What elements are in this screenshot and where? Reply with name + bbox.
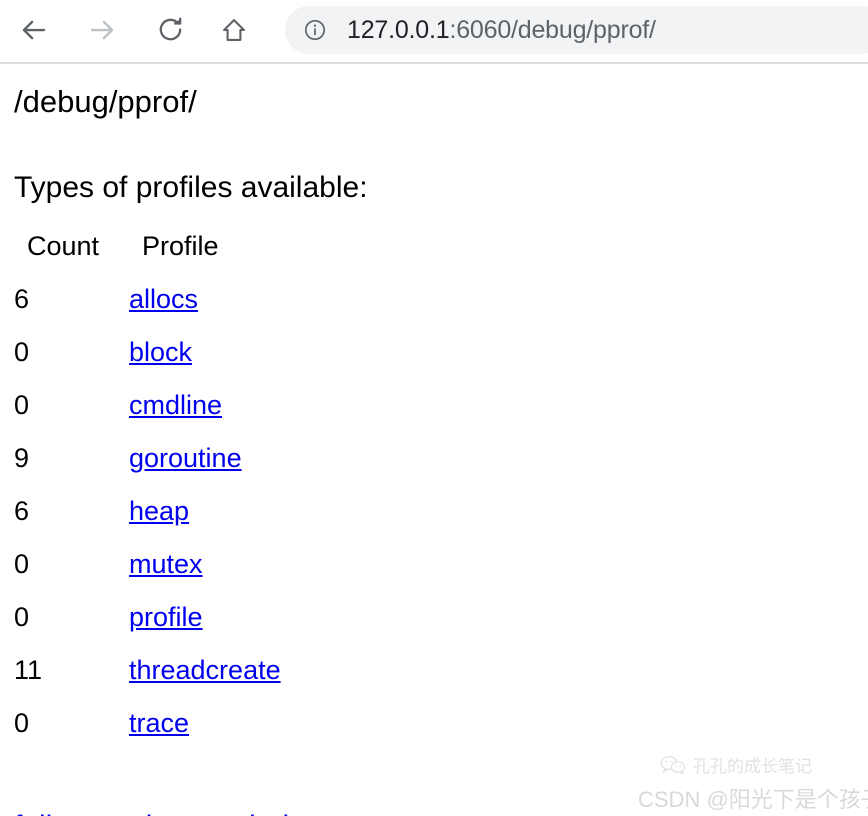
table-row: 0 mutex xyxy=(14,538,281,591)
table-row: 6 heap xyxy=(14,485,281,538)
profile-name-cell: goroutine xyxy=(129,432,281,485)
profile-name-cell: heap xyxy=(129,485,281,538)
profile-name-cell: allocs xyxy=(129,273,281,326)
table-row: 0 trace xyxy=(14,697,281,750)
reload-icon xyxy=(156,15,185,49)
profile-name-cell: profile xyxy=(129,591,281,644)
profile-count: 0 xyxy=(14,602,30,632)
table-row: 0 block xyxy=(14,326,281,379)
profile-link-allocs[interactable]: allocs xyxy=(129,284,198,314)
profile-count: 0 xyxy=(14,390,30,420)
profile-name-cell: mutex xyxy=(129,538,281,591)
profile-link-mutex[interactable]: mutex xyxy=(129,549,203,579)
home-button[interactable] xyxy=(210,8,258,56)
table-row: 11 threadcreate xyxy=(14,644,281,697)
profile-count: 0 xyxy=(14,549,30,579)
browser-toolbar: 127.0.0.1:6060/debug/pprof/ xyxy=(0,0,868,64)
full-goroutine-stack-dump-link[interactable]: full goroutine stack dump xyxy=(14,810,348,816)
address-bar[interactable]: 127.0.0.1:6060/debug/pprof/ xyxy=(285,6,868,54)
back-button[interactable] xyxy=(10,8,58,56)
profile-count: 6 xyxy=(14,284,30,314)
profile-name-cell: block xyxy=(129,326,281,379)
profile-name-cell: threadcreate xyxy=(129,644,281,697)
profile-count: 6 xyxy=(14,496,30,526)
profile-count: 9 xyxy=(14,443,30,473)
table-row: 0 cmdline xyxy=(14,379,281,432)
profile-link-heap[interactable]: heap xyxy=(129,496,189,526)
full-goroutine-stack-dump-row: full goroutine stack dump xyxy=(14,809,348,816)
arrow-right-icon xyxy=(87,15,117,50)
table-row: 0 profile xyxy=(14,591,281,644)
profiles-intro-text: Types of profiles available: xyxy=(14,171,368,204)
profile-link-profile[interactable]: profile xyxy=(129,602,203,632)
column-header-count: Count xyxy=(27,231,100,261)
reload-button[interactable] xyxy=(146,8,194,56)
page-title: /debug/pprof/ xyxy=(14,84,197,119)
table-row: 6 allocs xyxy=(14,273,281,326)
column-header-profile: Profile xyxy=(142,231,219,261)
profile-link-block[interactable]: block xyxy=(129,337,192,367)
table-row: 9 goroutine xyxy=(14,432,281,485)
profile-link-threadcreate[interactable]: threadcreate xyxy=(129,655,281,685)
arrow-left-icon xyxy=(19,15,49,50)
profile-count: 0 xyxy=(14,337,30,367)
profile-link-goroutine[interactable]: goroutine xyxy=(129,443,242,473)
address-bar-url[interactable]: 127.0.0.1:6060/debug/pprof/ xyxy=(347,16,656,45)
profile-name-cell: trace xyxy=(129,697,281,750)
forward-button[interactable] xyxy=(78,8,126,56)
url-path: :6060/debug/pprof/ xyxy=(449,15,656,44)
table-header-row: Count Profile xyxy=(14,220,281,273)
profile-name-cell: cmdline xyxy=(129,379,281,432)
page-content: /debug/pprof/ Types of profiles availabl… xyxy=(0,64,868,816)
profile-count: 0 xyxy=(14,708,30,738)
profiles-table: Count Profile 6 allocs 0 block 0 cmdline 9 goro… xyxy=(14,220,281,750)
profile-link-trace[interactable]: trace xyxy=(129,708,189,738)
profile-count: 11 xyxy=(14,655,43,685)
url-host: 127.0.0.1 xyxy=(347,15,450,44)
info-circle-icon[interactable] xyxy=(303,18,327,42)
home-icon xyxy=(220,16,248,49)
profile-link-cmdline[interactable]: cmdline xyxy=(129,390,222,420)
